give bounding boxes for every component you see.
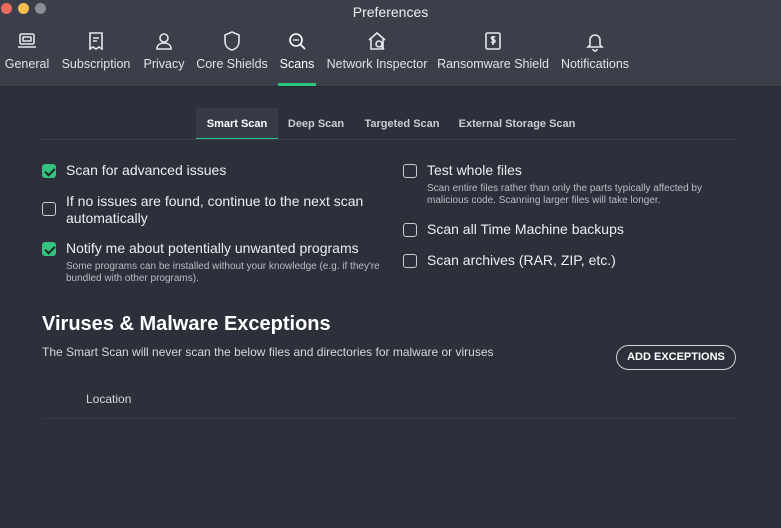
magnifier-scan-icon <box>289 33 306 50</box>
option-time-machine[interactable]: Scan all Time Machine backups <box>403 221 733 241</box>
toolbar-label: Network Inspector <box>326 57 428 71</box>
toolbar-label: Core Shields <box>196 57 268 71</box>
option-pup-notify[interactable]: Notify me about potentially unwanted pro… <box>42 240 392 288</box>
table-divider <box>42 418 736 419</box>
toolbar-item-subscription[interactable]: Subscription <box>60 30 132 84</box>
toolbar-label: Ransomware Shield <box>437 57 549 71</box>
toolbar-item-core-shields[interactable]: Core Shields <box>196 30 268 84</box>
continue-next-scan-checkbox[interactable] <box>42 202 56 216</box>
toolbar-item-general[interactable]: General <box>4 30 50 84</box>
shield-icon <box>224 31 240 51</box>
receipt-icon <box>89 32 103 51</box>
toolbar-item-privacy[interactable]: Privacy <box>142 30 186 84</box>
add-exceptions-button[interactable]: ADD EXCEPTIONS <box>616 345 736 370</box>
option-description-line1: Some programs can be installed without y… <box>66 261 380 272</box>
active-tab-indicator <box>278 83 316 86</box>
bell-icon <box>586 34 604 52</box>
option-advanced-issues[interactable]: Scan for advanced issues <box>42 162 382 182</box>
toolbar-label: General <box>4 57 50 71</box>
option-scan-archives[interactable]: Scan archives (RAR, ZIP, etc.) <box>403 252 733 272</box>
ransomware-icon <box>485 32 501 50</box>
option-label: Test whole files <box>427 162 522 178</box>
toolbar-label: Notifications <box>560 57 630 71</box>
location-column-header[interactable]: Location <box>86 392 131 406</box>
option-label: Scan for advanced issues <box>66 162 227 178</box>
exceptions-description: The Smart Scan will never scan the below… <box>42 345 494 359</box>
toolbar-item-scans[interactable]: Scans <box>276 30 318 84</box>
home-network-icon <box>368 31 386 50</box>
toolbar-item-ransomware-shield[interactable]: Ransomware Shield <box>437 30 549 84</box>
window-titlebar: Preferences General Subscription Privacy… <box>0 0 781 87</box>
exceptions-title: Viruses & Malware Exceptions <box>42 313 331 335</box>
option-description-line2: bundled with other programs). <box>66 273 199 284</box>
toolbar-label: Subscription <box>61 57 131 71</box>
option-label-line2: automatically <box>66 210 148 226</box>
option-continue-next-scan[interactable]: If no issues are found, continue to the … <box>42 193 382 238</box>
option-label: Notify me about potentially unwanted pro… <box>66 240 359 256</box>
toolbar-label: Privacy <box>143 57 185 71</box>
option-label: Scan archives (RAR, ZIP, etc.) <box>427 252 616 268</box>
tab-deep-scan[interactable]: Deep Scan <box>282 108 350 138</box>
tabs-divider <box>42 139 736 140</box>
person-icon <box>156 33 172 50</box>
tab-targeted-scan[interactable]: Targeted Scan <box>360 108 444 138</box>
option-description-line1: Scan entire files rather than only the p… <box>427 183 702 194</box>
toolbar-label: Scans <box>279 57 315 71</box>
advanced-issues-checkbox[interactable] <box>42 164 56 178</box>
option-description-line2: malicious code. Scanning larger files wi… <box>427 195 661 206</box>
toolbar-item-notifications[interactable]: Notifications <box>558 30 632 84</box>
option-label: Scan all Time Machine backups <box>427 221 624 237</box>
test-whole-files-checkbox[interactable] <box>403 164 417 178</box>
pup-notify-checkbox[interactable] <box>42 242 56 256</box>
option-label-line1: If no issues are found, continue to the … <box>66 193 364 209</box>
window-title: Preferences <box>352 4 429 20</box>
scan-type-tabs: Smart Scan Deep Scan Targeted Scan Exter… <box>0 108 781 140</box>
tab-external-storage-scan[interactable]: External Storage Scan <box>456 108 578 138</box>
laptop-icon <box>18 33 36 48</box>
option-test-whole-files[interactable]: Test whole files Scan entire files rathe… <box>403 162 733 210</box>
toolbar-item-network-inspector[interactable]: Network Inspector <box>326 30 428 84</box>
scan-archives-checkbox[interactable] <box>403 254 417 268</box>
time-machine-checkbox[interactable] <box>403 223 417 237</box>
tab-smart-scan[interactable]: Smart Scan <box>196 108 278 140</box>
